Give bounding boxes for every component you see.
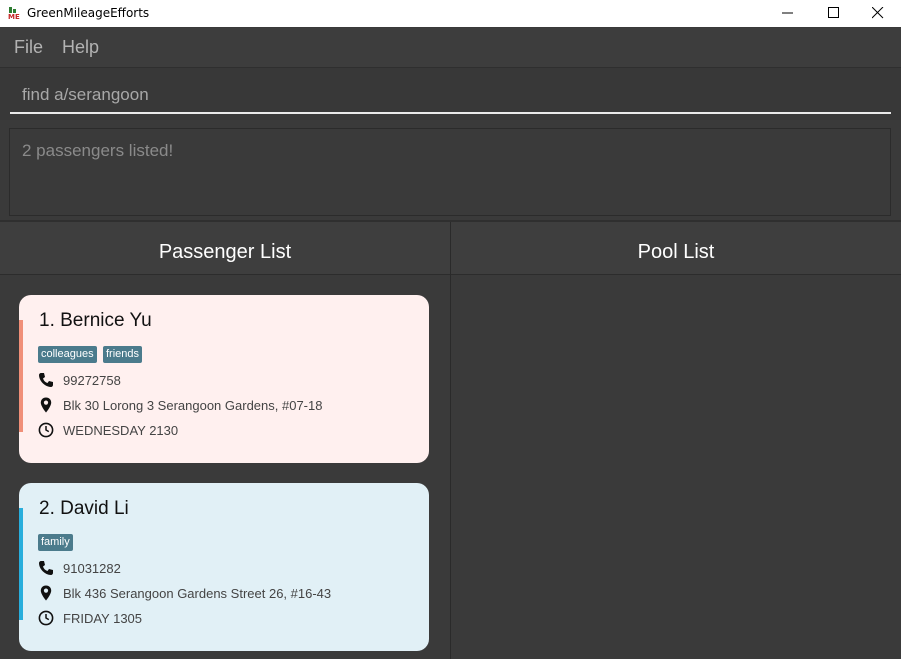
tag: colleagues bbox=[38, 346, 97, 363]
passenger-name: 1. Bernice Yu bbox=[39, 310, 152, 331]
phone-icon bbox=[39, 373, 53, 387]
svg-text:ME: ME bbox=[8, 13, 20, 20]
phone-icon bbox=[39, 561, 53, 575]
pool-list[interactable] bbox=[451, 275, 901, 659]
card-accent-bar bbox=[19, 508, 23, 620]
passenger-name: 2. David Li bbox=[39, 498, 129, 519]
tag: friends bbox=[103, 346, 143, 363]
phone-number: 99272758 bbox=[63, 373, 121, 388]
command-area bbox=[0, 68, 901, 120]
maximize-icon bbox=[828, 7, 839, 18]
phone-number: 91031282 bbox=[63, 561, 121, 576]
minimize-icon bbox=[782, 12, 793, 14]
clock-icon bbox=[38, 422, 54, 438]
passenger-list-header: Passenger List bbox=[0, 222, 450, 275]
pool-list-header: Pool List bbox=[451, 222, 901, 275]
result-message: 2 passengers listed! bbox=[22, 141, 174, 160]
passenger-card[interactable]: 1. Bernice Yu colleagues friends 9927275… bbox=[19, 295, 429, 463]
trip-time: FRIDAY 1305 bbox=[63, 611, 143, 626]
trip-time: WEDNESDAY 2130 bbox=[63, 423, 179, 438]
tag: family bbox=[38, 534, 73, 551]
clock-icon bbox=[38, 610, 54, 626]
location-pin-icon bbox=[40, 397, 52, 413]
command-input[interactable] bbox=[10, 78, 891, 114]
card-accent-bar bbox=[19, 320, 23, 432]
address: Blk 30 Lorong 3 Serangoon Gardens, #07-1… bbox=[63, 398, 323, 413]
minimize-button[interactable] bbox=[765, 0, 811, 27]
maximize-button[interactable] bbox=[811, 0, 857, 27]
menu-help[interactable]: Help bbox=[62, 37, 99, 58]
passenger-card[interactable]: 2. David Li family 91031282 Blk 436 Sera… bbox=[19, 483, 429, 651]
app-icon: ME bbox=[7, 5, 21, 20]
title-bar: ME GreenMileageEfforts bbox=[0, 0, 901, 27]
location-pin-icon bbox=[40, 585, 52, 601]
menu-file[interactable]: File bbox=[14, 37, 43, 58]
window-title: GreenMileageEfforts bbox=[27, 6, 150, 20]
address: Blk 436 Serangoon Gardens Street 26, #16… bbox=[63, 586, 332, 601]
close-button[interactable] bbox=[855, 0, 901, 27]
close-icon bbox=[872, 7, 884, 19]
result-display[interactable]: 2 passengers listed! bbox=[9, 128, 891, 216]
menu-bar: File Help bbox=[0, 28, 901, 68]
